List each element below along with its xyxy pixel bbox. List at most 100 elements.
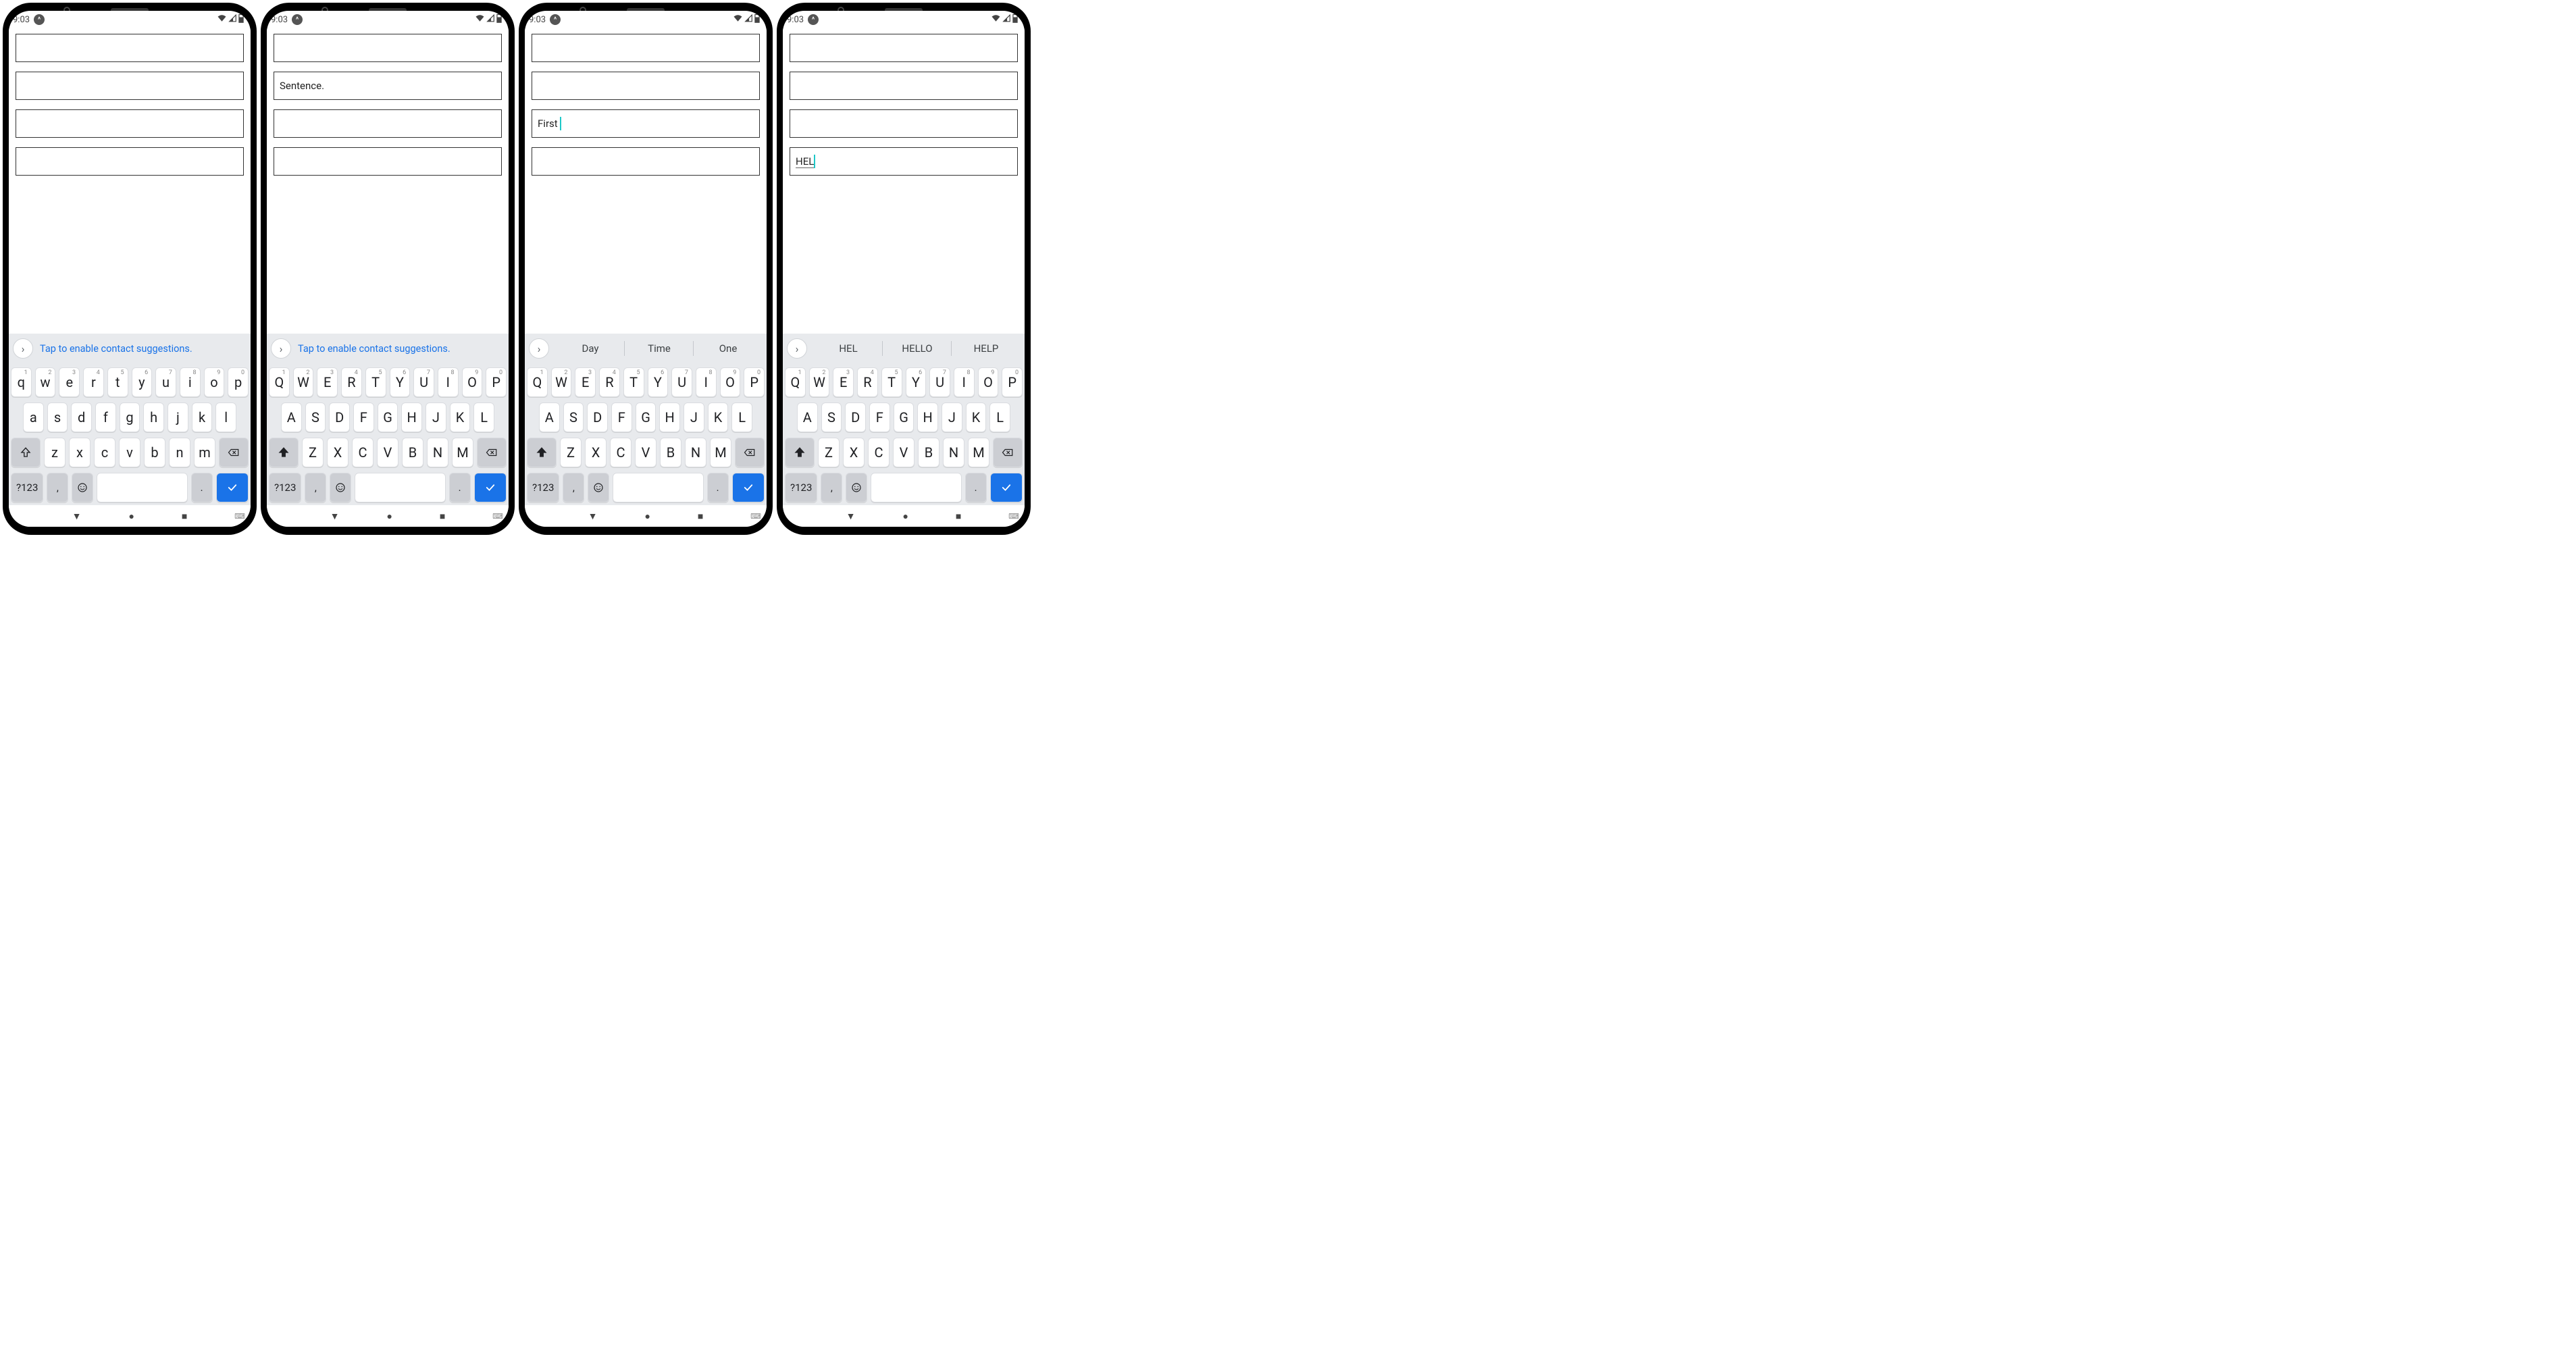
space-key[interactable] [355, 473, 446, 502]
nav-recent-icon[interactable]: ■ [182, 511, 187, 522]
key-p[interactable]: p0 [228, 367, 249, 397]
key-z[interactable]: z [44, 438, 66, 467]
key-i[interactable]: i8 [180, 367, 201, 397]
key-f[interactable]: f [95, 403, 116, 432]
nav-home-icon[interactable]: ● [386, 511, 392, 522]
suggestion-item[interactable]: One [694, 342, 763, 355]
period-key[interactable]: . [965, 473, 987, 502]
key-j[interactable]: J [942, 403, 962, 432]
key-f[interactable]: F [353, 403, 374, 432]
key-j[interactable]: J [684, 403, 704, 432]
key-d[interactable]: d [71, 403, 92, 432]
text-input-3[interactable] [790, 109, 1018, 138]
nav-home-icon[interactable]: ● [902, 511, 908, 522]
key-h[interactable]: H [659, 403, 680, 432]
key-r[interactable]: R4 [599, 367, 620, 397]
key-u[interactable]: U7 [929, 367, 950, 397]
key-b[interactable]: b [144, 438, 165, 467]
key-c[interactable]: c [94, 438, 115, 467]
key-p[interactable]: P0 [744, 367, 765, 397]
nav-back-icon[interactable]: ▼ [588, 511, 598, 522]
text-input-1[interactable] [16, 34, 244, 62]
key-w[interactable]: W2 [551, 367, 572, 397]
key-s[interactable]: S [821, 403, 842, 432]
backspace-key[interactable] [219, 438, 249, 467]
key-e[interactable]: E3 [833, 367, 854, 397]
nav-recent-icon[interactable]: ■ [440, 511, 445, 522]
key-w[interactable]: W2 [293, 367, 314, 397]
key-h[interactable]: h [143, 403, 164, 432]
emoji-key[interactable] [330, 473, 351, 502]
key-j[interactable]: j [168, 403, 188, 432]
key-f[interactable]: F [869, 403, 890, 432]
expand-suggestions-button[interactable]: › [529, 338, 549, 359]
key-n[interactable]: N [943, 438, 964, 467]
key-r[interactable]: R4 [341, 367, 362, 397]
key-v[interactable]: V [377, 438, 398, 467]
text-input-1[interactable] [274, 34, 502, 62]
key-d[interactable]: D [329, 403, 350, 432]
key-i[interactable]: I8 [696, 367, 717, 397]
text-input-1[interactable] [790, 34, 1018, 62]
key-b[interactable]: B [918, 438, 939, 467]
key-x[interactable]: X [843, 438, 865, 467]
suggestion-item[interactable]: HELLO [883, 342, 952, 355]
key-e[interactable]: E3 [575, 367, 596, 397]
key-i[interactable]: I8 [954, 367, 975, 397]
text-input-3[interactable] [274, 109, 502, 138]
expand-suggestions-button[interactable]: › [787, 338, 807, 359]
key-k[interactable]: K [708, 403, 729, 432]
key-k[interactable]: k [192, 403, 213, 432]
enter-key[interactable] [732, 473, 765, 502]
text-input-2[interactable] [16, 72, 244, 100]
key-s[interactable]: S [563, 403, 584, 432]
key-i[interactable]: I8 [438, 367, 459, 397]
key-d[interactable]: D [845, 403, 866, 432]
enter-key[interactable] [474, 473, 507, 502]
emoji-key[interactable] [846, 473, 867, 502]
key-b[interactable]: B [402, 438, 423, 467]
nav-recent-icon[interactable]: ■ [956, 511, 961, 522]
key-c[interactable]: C [868, 438, 890, 467]
keyboard-switch-icon[interactable]: ⌨ [1008, 512, 1018, 521]
symbols-key[interactable]: ?123 [269, 473, 301, 502]
key-u[interactable]: U7 [413, 367, 434, 397]
backspace-key[interactable] [993, 438, 1023, 467]
text-input-4[interactable] [274, 147, 502, 176]
suggestion-hint[interactable]: Tap to enable contact suggestions. [298, 343, 505, 355]
key-y[interactable]: Y6 [390, 367, 411, 397]
key-a[interactable]: A [539, 403, 560, 432]
nav-back-icon[interactable]: ▼ [72, 511, 82, 522]
key-w[interactable]: W2 [809, 367, 830, 397]
suggestion-item[interactable]: Time [625, 342, 694, 355]
key-e[interactable]: E3 [317, 367, 338, 397]
enter-key[interactable] [990, 473, 1023, 502]
text-input-3[interactable] [16, 109, 244, 138]
emoji-key[interactable] [588, 473, 609, 502]
keyboard-switch-icon[interactable]: ⌨ [234, 512, 244, 521]
key-t[interactable]: T5 [623, 367, 644, 397]
key-o[interactable]: O9 [720, 367, 741, 397]
key-y[interactable]: Y6 [648, 367, 669, 397]
suggestion-item[interactable]: HEL [814, 342, 883, 355]
comma-key[interactable]: , [563, 473, 584, 502]
text-input-2[interactable] [532, 72, 760, 100]
key-h[interactable]: H [917, 403, 938, 432]
key-o[interactable]: O9 [462, 367, 483, 397]
symbols-key[interactable]: ?123 [527, 473, 559, 502]
key-l[interactable]: L [989, 403, 1010, 432]
space-key[interactable] [97, 473, 188, 502]
key-j[interactable]: J [426, 403, 446, 432]
enter-key[interactable] [216, 473, 249, 502]
key-m[interactable]: M [452, 438, 473, 467]
keyboard-switch-icon[interactable]: ⌨ [492, 512, 502, 521]
key-l[interactable]: L [731, 403, 752, 432]
key-a[interactable]: A [797, 403, 818, 432]
text-input-2[interactable]: Sentence. [274, 72, 502, 100]
key-q[interactable]: Q1 [785, 367, 806, 397]
key-l[interactable]: l [215, 403, 236, 432]
key-v[interactable]: V [635, 438, 656, 467]
space-key[interactable] [613, 473, 704, 502]
suggestion-item[interactable]: Day [556, 342, 625, 355]
key-p[interactable]: P0 [1002, 367, 1023, 397]
